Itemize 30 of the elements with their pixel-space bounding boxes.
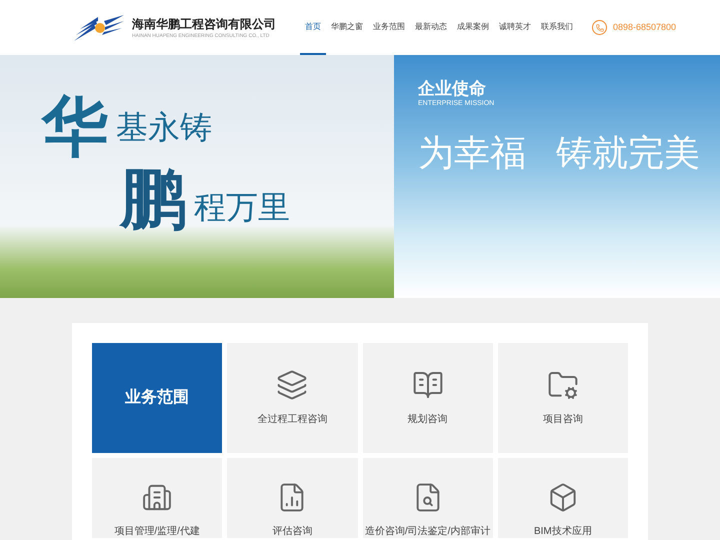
nav-link[interactable]: 最新动态 — [410, 0, 452, 55]
nav-link[interactable]: 成果案例 — [452, 0, 494, 55]
service-tile[interactable]: 造价咨询/司法鉴定/内部审计 — [362, 458, 493, 538]
mission-slogan: 铸就完美 — [556, 131, 700, 175]
service-label: 评估咨询 — [272, 526, 312, 538]
section-heading: 业务范围 — [125, 388, 190, 408]
service-tile[interactable]: 项目管理/监理/代建 — [92, 458, 222, 538]
nav-link[interactable]: 业务范围 — [368, 0, 410, 55]
banner-headline-character: 华 — [42, 93, 108, 159]
company-name: 海南华鹏工程咨询有限公司 — [132, 16, 276, 32]
phone-number: 0898-68507800 — [613, 20, 676, 34]
service-label: 造价咨询/司法鉴定/内部审计 — [364, 526, 490, 538]
nav-link[interactable]: 华鹏之窗 — [326, 0, 368, 55]
service-tile[interactable]: 规划咨询 — [362, 343, 493, 453]
banner-headline-character: 鹏 — [120, 163, 186, 233]
service-tile[interactable]: 全过程工程咨询 — [227, 343, 358, 453]
nav-link[interactable]: 联系我们 — [536, 0, 578, 55]
nav-link[interactable]: 诚聘英才 — [494, 0, 536, 55]
service-label: BIM技术应用 — [534, 526, 592, 538]
service-label: 全过程工程咨询 — [257, 414, 328, 426]
service-tile[interactable]: 项目咨询 — [498, 343, 628, 453]
service-tile[interactable]: BIM技术应用 — [498, 458, 628, 538]
mission-title: 企业使命 — [418, 79, 487, 99]
service-tile[interactable]: 评估咨询 — [227, 458, 358, 538]
service-label: 规划咨询 — [408, 414, 448, 426]
service-label: 项目咨询 — [542, 414, 583, 426]
banner-headline: 基永铸 — [116, 108, 212, 147]
mission-slogan: 为幸福 — [418, 131, 526, 175]
banner-headline: 程万里 — [194, 188, 290, 227]
service-label: 项目管理/监理/代建 — [114, 526, 200, 538]
